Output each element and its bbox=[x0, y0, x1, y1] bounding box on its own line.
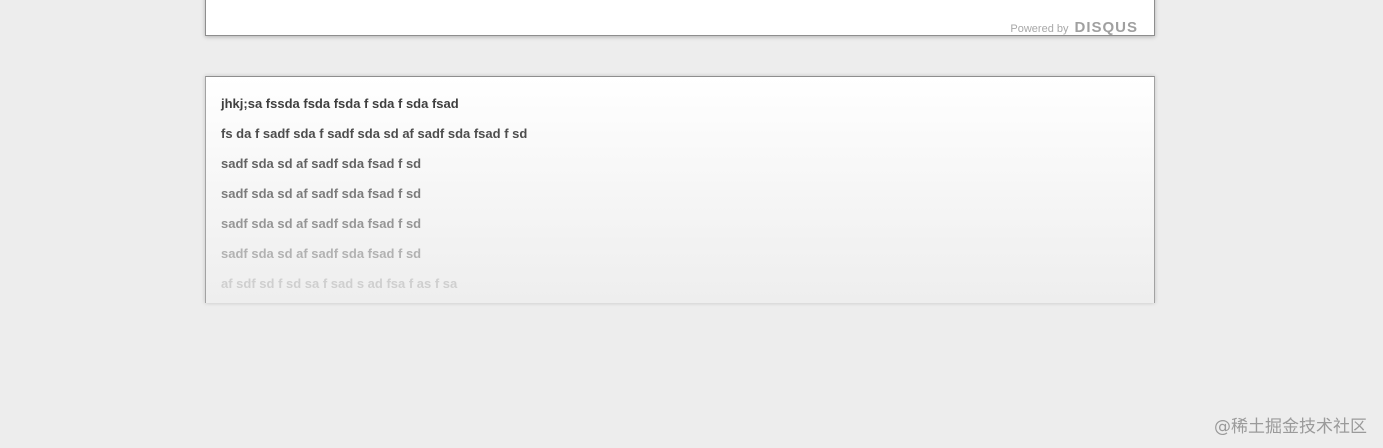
text-line: jhkj;sa fssda fsda fsda f sda f sda fsad bbox=[221, 96, 459, 111]
disqus-comment-panel: Powered by DISQUS bbox=[205, 0, 1155, 36]
text-line: fs da f sadf sda f sadf sda sd af sadf s… bbox=[221, 126, 528, 141]
text-line: sadf sda sd af sadf sda fsad f sd bbox=[221, 156, 422, 171]
text-line: sadf sda sd af sadf sda fsad f sd bbox=[221, 216, 422, 231]
powered-by-label: Powered by bbox=[1010, 23, 1069, 35]
text-line: sadf sda sd af sadf sda fsad f sd bbox=[221, 246, 422, 261]
page: Powered by DISQUS jhkj;sa fssda fsda fsd… bbox=[0, 0, 1383, 448]
disqus-logo[interactable]: DISQUS bbox=[1074, 19, 1138, 36]
watermark-text: @稀土掘金技术社区 bbox=[1214, 417, 1367, 437]
fading-text-card: jhkj;sa fssda fsda fsda f sda f sda fsad… bbox=[205, 76, 1155, 303]
text-line: sadf sda sd af sadf sda fsad f sd bbox=[221, 186, 422, 201]
text-line: af sdf sd f sd sa f sad s ad fsa f as f … bbox=[221, 276, 458, 291]
powered-by-disqus-link[interactable]: Powered by DISQUS bbox=[1010, 19, 1138, 36]
text-lines: jhkj;sa fssda fsda fsda f sda f sda fsad… bbox=[221, 96, 527, 306]
